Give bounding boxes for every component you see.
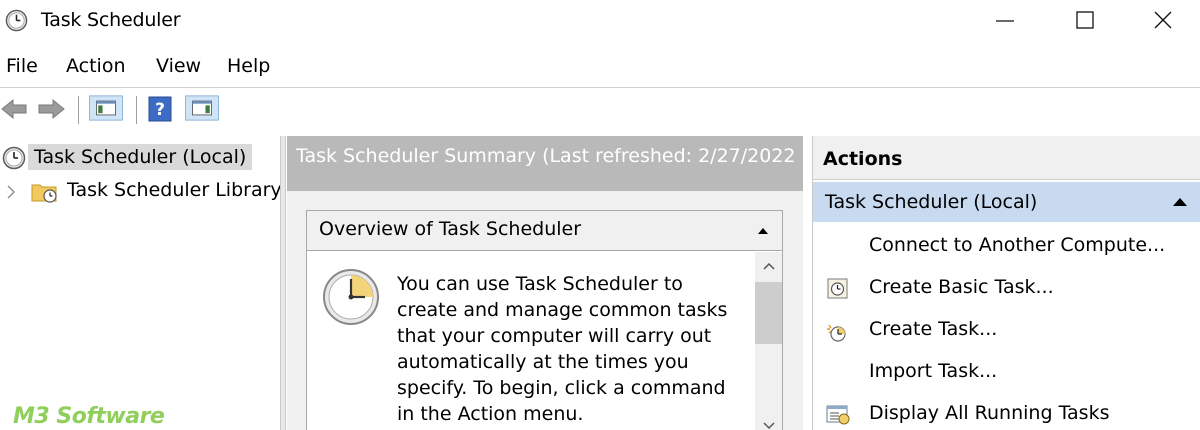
action-label: Import Task... — [869, 360, 998, 382]
tree-item-task-scheduler-library[interactable]: Task Scheduler Library — [0, 177, 282, 207]
forward-arrow-icon[interactable] — [36, 96, 66, 122]
svg-text:?: ? — [155, 100, 165, 120]
action-label: Connect to Another Compute... — [869, 234, 1166, 256]
maximize-button[interactable] — [1050, 0, 1120, 42]
scroll-down-icon[interactable] — [763, 422, 775, 430]
create-task-icon — [827, 324, 846, 342]
tree-item-label: Task Scheduler Library — [67, 179, 282, 201]
toolbar-separator — [136, 96, 137, 124]
window-title: Task Scheduler — [41, 9, 181, 31]
clock-icon — [2, 146, 26, 170]
action-import-task[interactable]: Import Task... — [813, 352, 1200, 392]
overview-title: Overview of Task Scheduler — [319, 218, 582, 240]
back-arrow-icon[interactable] — [0, 96, 28, 122]
close-icon — [1154, 11, 1172, 29]
collapse-icon[interactable] — [1173, 198, 1187, 206]
toolbar-separator — [78, 96, 79, 124]
overview-title-bar[interactable]: Overview of Task Scheduler — [307, 211, 782, 251]
chevron-right-icon[interactable] — [6, 185, 16, 199]
action-label: Create Task... — [869, 318, 998, 340]
title-bar: Task Scheduler — [0, 0, 1200, 42]
running-tasks-icon — [826, 405, 850, 425]
show-hide-action-pane-icon[interactable] — [182, 95, 222, 121]
tree-item-label: Task Scheduler (Local) — [28, 144, 253, 170]
scroll-thumb[interactable] — [755, 282, 782, 344]
watermark-logo: M3 Software — [13, 404, 165, 429]
help-icon[interactable]: ? — [148, 96, 172, 122]
action-connect-to-another-computer[interactable]: Connect to Another Compute... — [813, 226, 1200, 266]
overview-text: You can use Task Scheduler to create and… — [397, 273, 728, 425]
console-tree: Task Scheduler (Local) Task Scheduler Li… — [0, 136, 282, 430]
clock-icon — [5, 9, 28, 32]
collapse-icon[interactable] — [758, 228, 768, 234]
action-label: Create Basic Task... — [869, 276, 1054, 298]
action-create-basic-task[interactable]: Create Basic Task... — [813, 268, 1200, 308]
overview-scrollbar[interactable] — [755, 252, 782, 430]
minimize-icon — [996, 20, 1014, 22]
menu-help[interactable]: Help — [227, 55, 270, 77]
toolbar: ? — [0, 87, 1200, 129]
menu-view[interactable]: View — [156, 55, 201, 77]
actions-section-label: Task Scheduler (Local) — [825, 191, 1038, 213]
actions-pane: Actions Task Scheduler (Local) Connect t… — [812, 136, 1200, 430]
action-create-task[interactable]: Create Task... — [813, 310, 1200, 350]
maximize-icon — [1076, 11, 1094, 29]
scroll-up-icon[interactable] — [763, 262, 775, 270]
basic-task-icon — [827, 278, 848, 299]
menu-file[interactable]: File — [6, 55, 38, 77]
folder-clock-icon — [31, 184, 57, 203]
minimize-button[interactable] — [970, 0, 1040, 42]
action-label: Display All Running Tasks — [869, 402, 1110, 424]
actions-section-header[interactable]: Task Scheduler (Local) — [813, 182, 1200, 222]
summary-pane: Task Scheduler Summary (Last refreshed: … — [287, 136, 803, 430]
action-display-all-running-tasks[interactable]: Display All Running Tasks — [813, 394, 1200, 430]
pane-splitter[interactable] — [280, 136, 286, 430]
summary-header: Task Scheduler Summary (Last refreshed: … — [287, 136, 803, 191]
clock-icon — [323, 269, 379, 325]
close-button[interactable] — [1128, 0, 1198, 42]
show-hide-console-tree-icon[interactable] — [86, 95, 126, 121]
overview-panel: Overview of Task Scheduler You can use T… — [306, 210, 783, 430]
menu-action[interactable]: Action — [66, 55, 126, 77]
actions-title: Actions — [813, 136, 1200, 180]
tree-item-task-scheduler-local[interactable]: Task Scheduler (Local) — [0, 144, 253, 174]
menu-bar: File Action View Help — [0, 50, 1200, 84]
